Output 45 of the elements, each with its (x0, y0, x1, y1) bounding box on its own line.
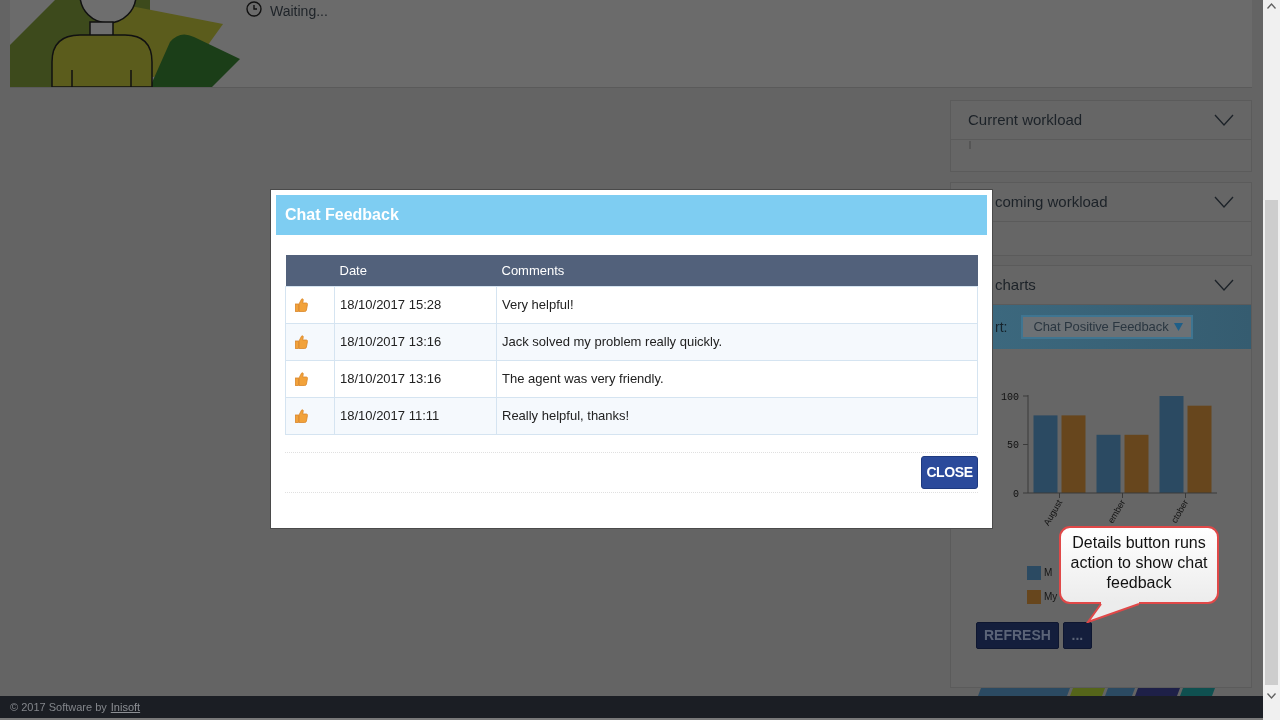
clock-icon (246, 1, 262, 17)
copyright-text: © 2017 Software by (10, 699, 107, 715)
scroll-down-icon[interactable] (1267, 693, 1276, 699)
comment-cell: Jack solved my problem really quickly. (496, 323, 978, 360)
chevron-down-icon[interactable] (1214, 114, 1234, 126)
panel-title: coming workload (994, 191, 1108, 212)
scrollbar-thumb[interactable] (1265, 200, 1278, 685)
comment-cell: Really helpful, thanks! (496, 397, 978, 434)
panel-title: Current workload (968, 109, 1083, 130)
thumbs-up-icon (295, 409, 308, 424)
date-cell: 18/10/2017 13:16 (334, 360, 497, 397)
modal-title: Chat Feedback (285, 205, 399, 225)
axis-tick-label: 50 (1007, 440, 1019, 451)
thumbs-up-icon (295, 335, 308, 350)
table-header-cell (285, 255, 335, 286)
scroll-up-icon[interactable] (1267, 3, 1276, 9)
close-button[interactable]: CLOSE (921, 455, 978, 489)
axis-tick-label: 100 (1001, 391, 1019, 403)
date-cell: 18/10/2017 15:28 (334, 286, 497, 323)
chart-bar (1096, 434, 1121, 493)
thumbs-up-icon (295, 372, 308, 387)
legend-label: M (1044, 566, 1053, 580)
callout-pointer (1085, 601, 1141, 623)
date-cell: 18/10/2017 13:16 (334, 323, 497, 360)
panel-title: charts (994, 274, 1036, 295)
more-button[interactable]: ... (1062, 622, 1092, 649)
legend-label: My (1044, 590, 1058, 604)
status-text: Waiting... (270, 2, 328, 21)
column-header: Comments (496, 255, 978, 286)
footer-link[interactable]: Inisoft (110, 698, 141, 716)
scrollbar-track[interactable] (1263, 0, 1280, 720)
column-header: Date (334, 255, 497, 286)
refresh-button[interactable]: REFRESH (976, 622, 1059, 649)
chart-bar (1124, 434, 1149, 493)
chart-label: rt: (995, 317, 1008, 337)
date-cell: 18/10/2017 11:11 (334, 397, 497, 434)
thumbs-up-icon (295, 298, 308, 313)
chart-select-dropdown[interactable]: Chat Positive Feedback (1021, 315, 1193, 339)
callout-bubble: Details button runs action to show chat feedback (1059, 526, 1219, 604)
axis-tick-label: 0 (1013, 488, 1019, 500)
comment-cell: Very helpful! (496, 286, 978, 323)
comment-cell: The agent was very friendly. (496, 360, 978, 397)
caret-down-icon (1173, 323, 1183, 331)
chevron-down-icon[interactable] (1214, 279, 1234, 291)
chevron-down-icon[interactable] (1214, 196, 1234, 208)
